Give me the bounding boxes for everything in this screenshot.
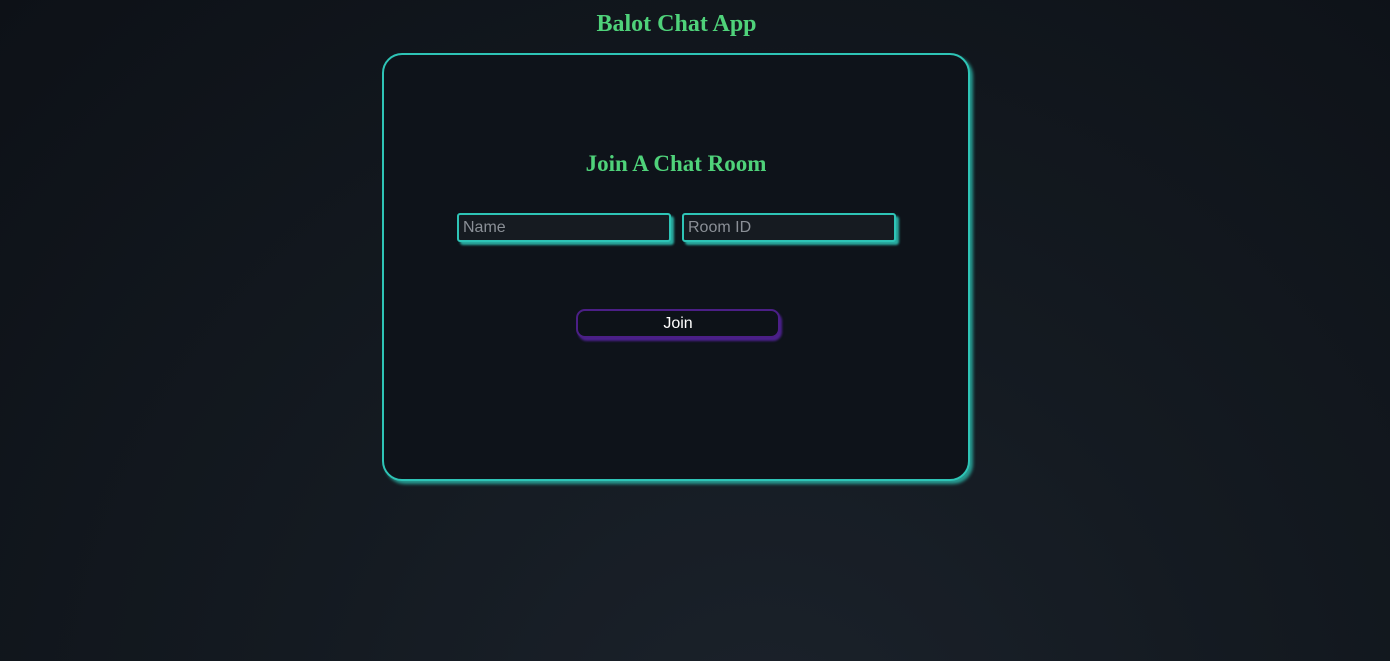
room-id-input[interactable] [682, 213, 896, 242]
join-room-card: Join A Chat Room Join [382, 53, 970, 481]
join-button[interactable]: Join [576, 309, 780, 338]
page: { "app": { "title": "Balot Chat App" }, … [0, 0, 1390, 661]
app-title: Balot Chat App [596, 11, 757, 37]
join-room-heading: Join A Chat Room [585, 151, 767, 176]
name-input[interactable] [457, 213, 671, 242]
